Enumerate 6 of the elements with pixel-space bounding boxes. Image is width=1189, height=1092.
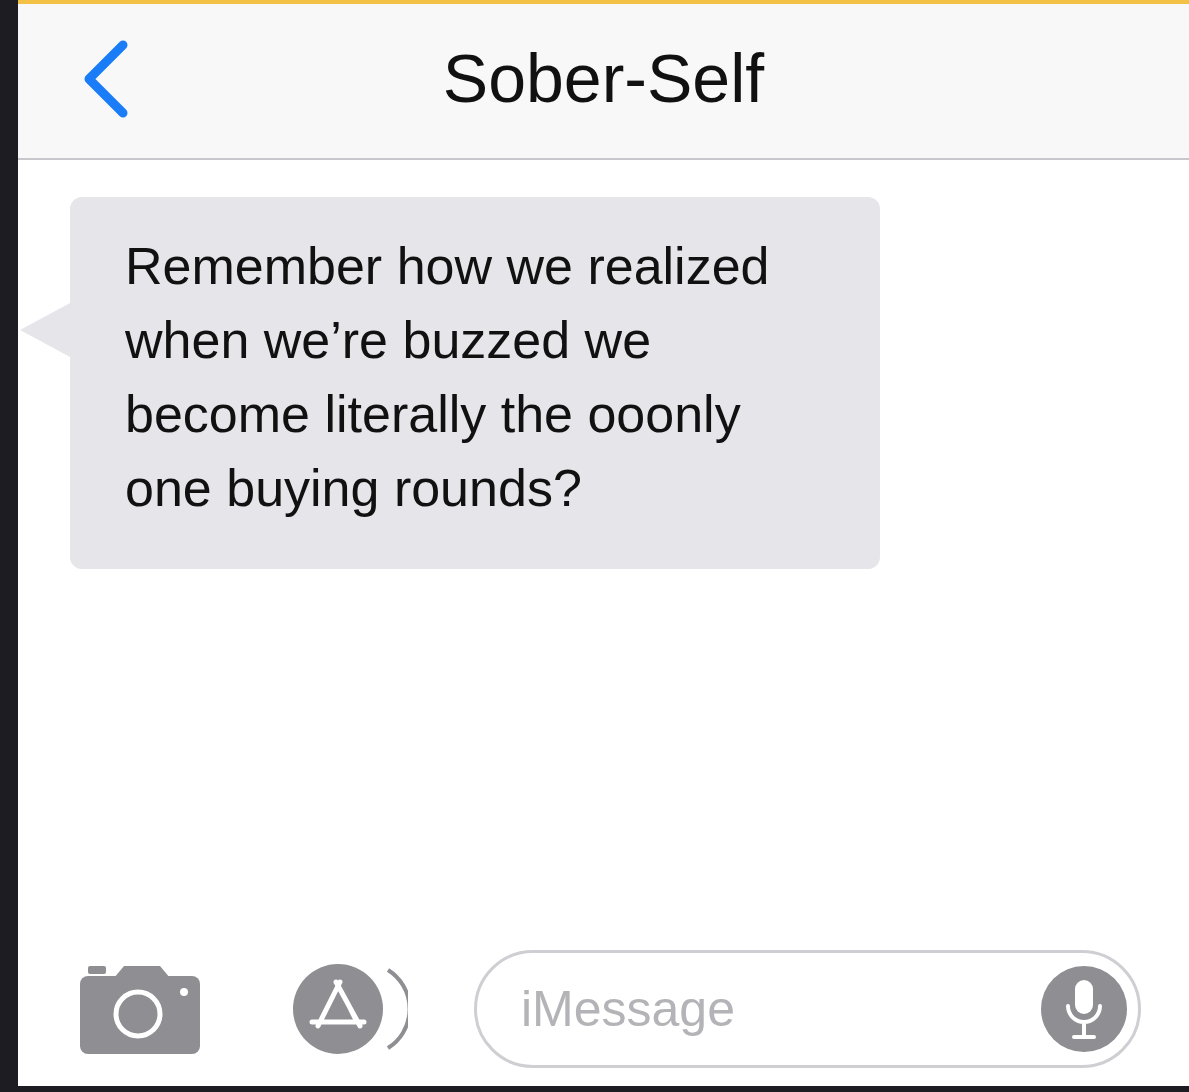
microphone-icon — [1064, 978, 1104, 1040]
message-text: Remember how we realized when we’re buzzed we become literally the ooonly one buying rounds? — [125, 237, 770, 517]
message-input[interactable]: iMessage — [474, 950, 1141, 1068]
camera-button[interactable] — [80, 964, 200, 1054]
chat-title: Sober-Self — [442, 39, 765, 117]
camera-icon — [80, 964, 200, 1054]
